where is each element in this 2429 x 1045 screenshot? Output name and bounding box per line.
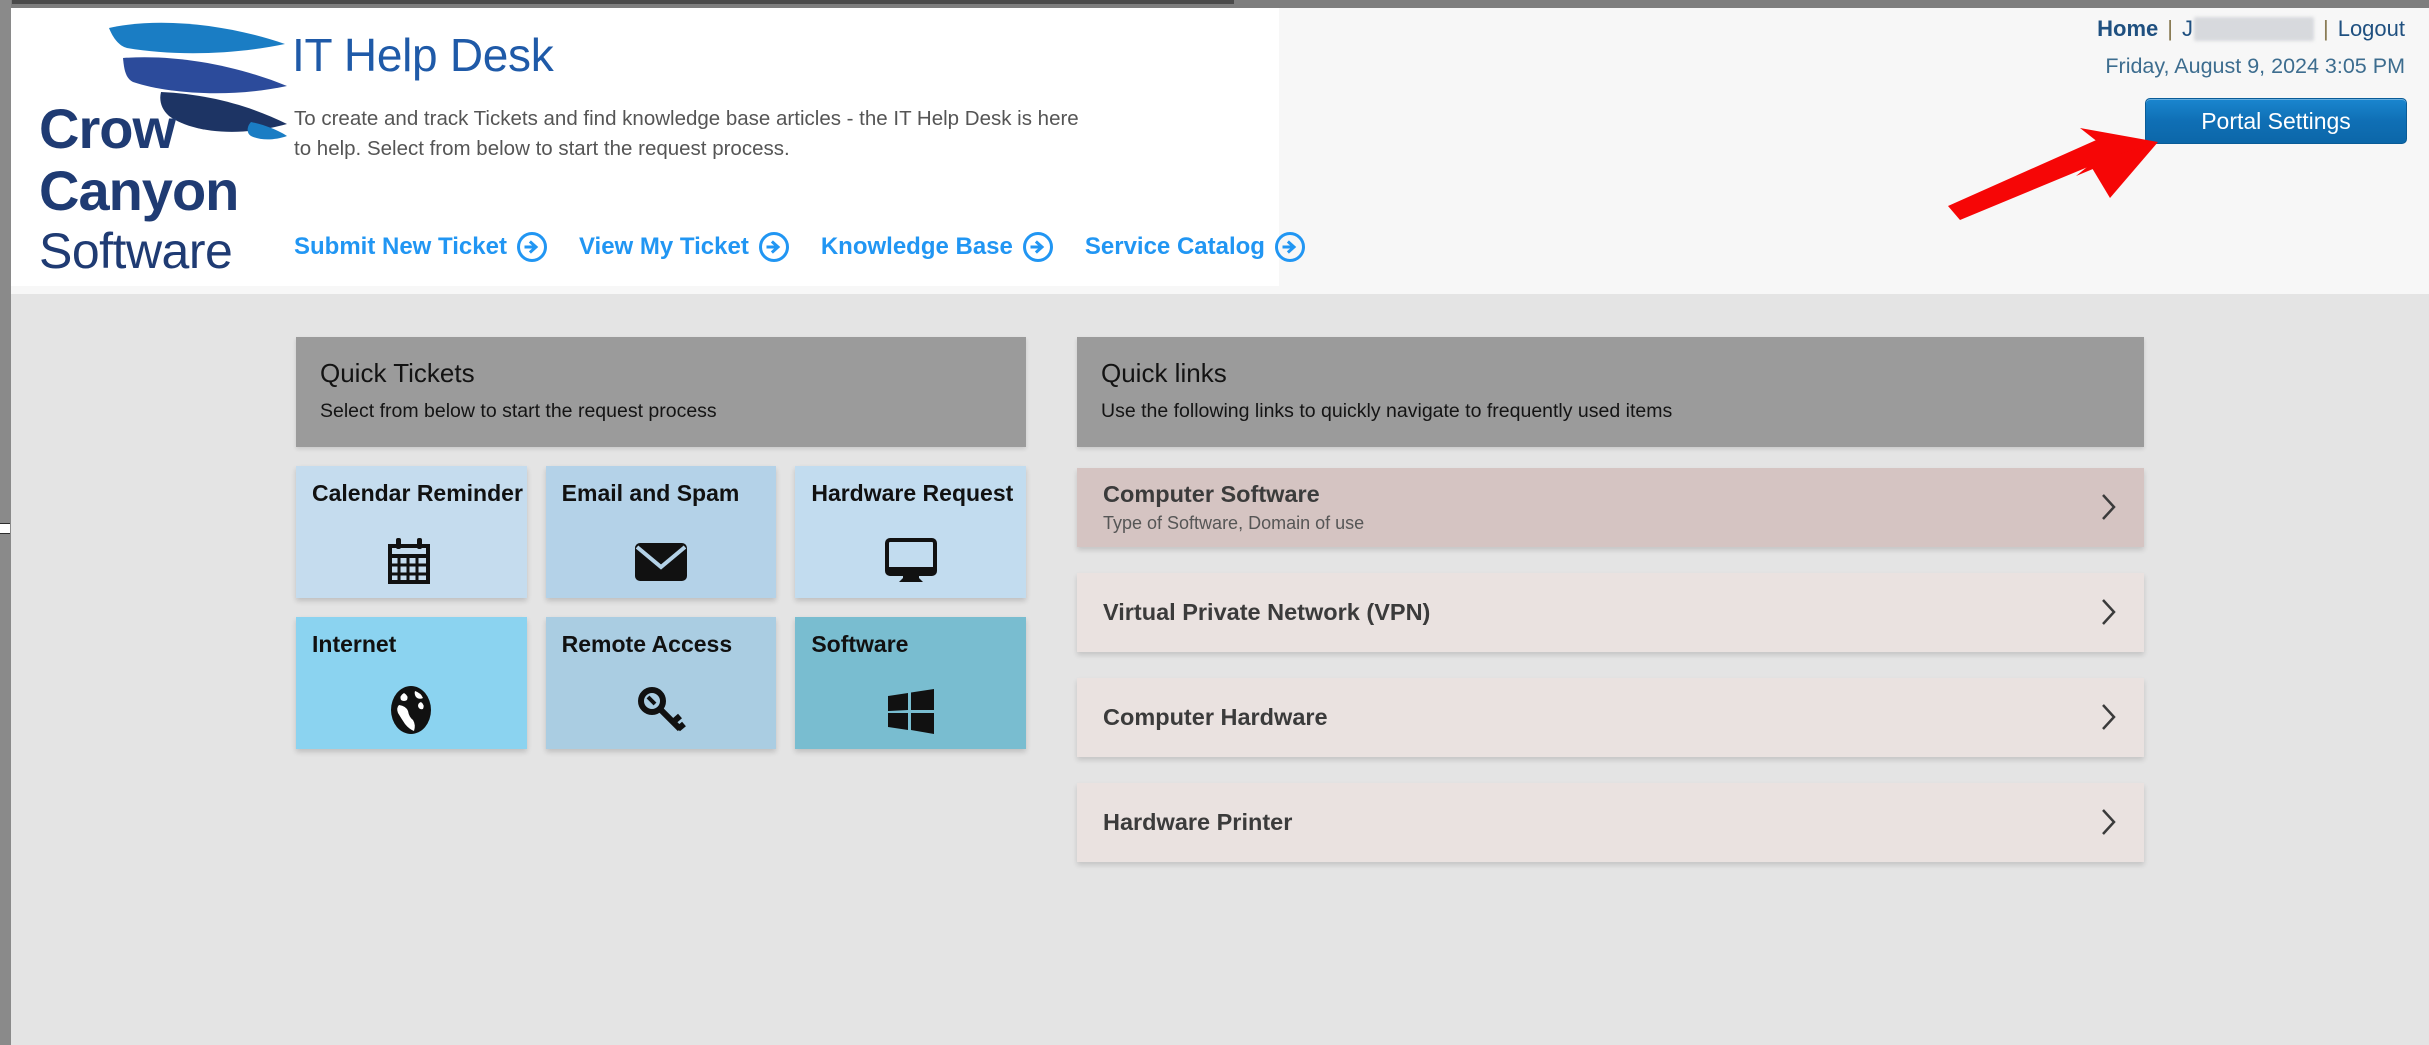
quick-link-title: Hardware Printer xyxy=(1103,809,1293,836)
calendar-icon xyxy=(296,536,527,584)
current-datetime: Friday, August 9, 2024 3:05 PM xyxy=(2105,54,2405,78)
tile-label: Calendar Reminder xyxy=(312,479,523,506)
quick-tickets-description: Select from below to start the request p… xyxy=(320,399,717,422)
home-link[interactable]: Home xyxy=(2097,16,2158,42)
quick-tickets-section: Quick Tickets Select from below to start… xyxy=(296,337,1026,749)
chevron-right-icon xyxy=(2100,702,2118,732)
nav-link-view-my-ticket[interactable]: View My Ticket xyxy=(579,232,789,262)
nav-link-submit-new-ticket[interactable]: Submit New Ticket xyxy=(294,232,547,262)
quick-links-section: Quick links Use the following links to q… xyxy=(1077,337,2144,888)
quick-link-computer-software[interactable]: Computer Software Type of Software, Doma… xyxy=(1077,467,2144,547)
windows-icon xyxy=(795,688,1026,735)
globe-icon xyxy=(296,685,527,735)
quick-ticket-tile-calendar-reminder[interactable]: Calendar Reminder xyxy=(296,465,527,598)
quick-tickets-header: Quick Tickets Select from below to start… xyxy=(296,337,1026,447)
nav-link-knowledge-base[interactable]: Knowledge Base xyxy=(821,232,1053,262)
browser-window: Crow Canyon Software IT Help Desk To cre… xyxy=(0,0,2429,1045)
arrow-right-circle-icon xyxy=(758,232,789,262)
crow-canyon-logo: Crow Canyon Software xyxy=(23,10,289,286)
chevron-right-icon xyxy=(2100,597,2118,627)
svg-text:Software: Software xyxy=(39,223,232,279)
tile-label: Remote Access xyxy=(561,630,733,657)
quick-link-title: Computer Software xyxy=(1103,481,1320,508)
chevron-right-icon xyxy=(2100,492,2118,522)
nav-link-service-catalog[interactable]: Service Catalog xyxy=(1085,232,1305,262)
page-subtitle: To create and track Tickets and find kno… xyxy=(294,107,1079,160)
quick-ticket-tile-internet[interactable]: Internet xyxy=(296,616,527,749)
tile-label: Software xyxy=(811,630,909,657)
key-icon xyxy=(546,685,777,735)
account-bar: Home | J | Logout xyxy=(2097,16,2405,42)
quick-link-title: Virtual Private Network (VPN) xyxy=(1103,599,1431,626)
redacted-username xyxy=(2193,17,2314,41)
svg-text:Crow: Crow xyxy=(39,97,176,160)
quick-links-list: Computer Software Type of Software, Doma… xyxy=(1077,467,2144,862)
quick-ticket-tile-remote-access[interactable]: Remote Access xyxy=(545,616,777,749)
tile-label: Email and Spam xyxy=(561,479,740,506)
current-user-initial: J xyxy=(2181,16,2193,41)
quick-link-subtitle: Type of Software, Domain of use xyxy=(1103,513,1365,534)
envelope-icon xyxy=(546,540,777,584)
portal-settings-button[interactable]: Portal Settings xyxy=(2145,98,2407,144)
quick-ticket-tile-email-and-spam[interactable]: Email and Spam xyxy=(545,465,777,598)
tile-label: Internet xyxy=(312,630,397,657)
account-separator-1: | xyxy=(2167,16,2173,41)
nav-link-label: Service Catalog xyxy=(1084,233,1265,260)
header-nav-links: Submit New Ticket View My Ticket Knowled… xyxy=(294,232,1337,262)
account-separator-2: | xyxy=(2322,16,2329,41)
quick-tickets-heading: Quick Tickets xyxy=(320,358,475,388)
quick-link-hardware-printer[interactable]: Hardware Printer xyxy=(1077,782,2144,862)
tile-label: Hardware Request xyxy=(811,479,1014,506)
window-frame-left-notch xyxy=(0,523,10,534)
page-title: IT Help Desk xyxy=(292,29,554,81)
quick-link-computer-hardware[interactable]: Computer Hardware xyxy=(1077,677,2144,757)
svg-text:Canyon: Canyon xyxy=(39,159,238,222)
window-frame-top xyxy=(0,0,2429,8)
quick-ticket-tile-hardware-request[interactable]: Hardware Request xyxy=(795,465,1026,598)
quick-link-virtual-private-network-vpn[interactable]: Virtual Private Network (VPN) xyxy=(1077,572,2144,652)
nav-link-label: Knowledge Base xyxy=(820,233,1013,260)
current-user[interactable]: J xyxy=(2182,16,2314,42)
quick-tickets-grid: Calendar Reminder Email and Spam Hardwar… xyxy=(296,465,1026,749)
monitor-icon xyxy=(795,537,1026,584)
quick-links-description: Use the following links to quickly navig… xyxy=(1101,399,1673,422)
page-body: Quick Tickets Select from below to start… xyxy=(11,294,2429,1045)
quick-links-heading: Quick links xyxy=(1101,358,1227,388)
nav-link-label: View My Ticket xyxy=(578,233,749,260)
arrow-right-circle-icon xyxy=(1022,232,1053,262)
quick-links-header: Quick links Use the following links to q… xyxy=(1077,337,2144,447)
quick-ticket-tile-software[interactable]: Software xyxy=(795,616,1026,749)
page-header: Crow Canyon Software IT Help Desk To cre… xyxy=(11,8,2429,294)
nav-link-label: Submit New Ticket xyxy=(294,233,507,260)
arrow-right-circle-icon xyxy=(1274,232,1305,262)
logout-link[interactable]: Logout xyxy=(2338,16,2405,42)
arrow-right-circle-icon xyxy=(516,232,547,262)
window-frame-top-inner xyxy=(12,0,1234,4)
quick-link-title: Computer Hardware xyxy=(1103,704,1328,731)
chevron-right-icon xyxy=(2100,807,2118,837)
window-frame-left xyxy=(0,0,11,1045)
